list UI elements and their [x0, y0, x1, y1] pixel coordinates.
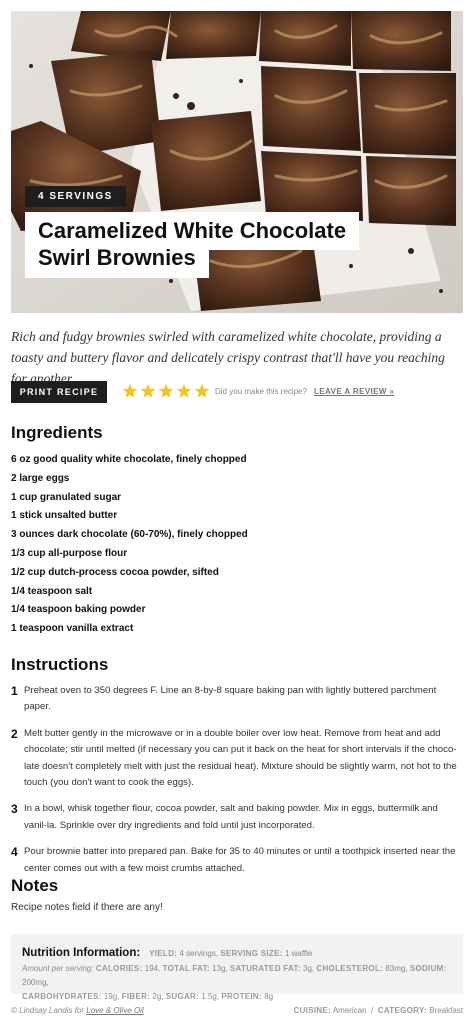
- step-number: 1: [11, 684, 18, 698]
- step-text: Preheat oven to 350 degrees F. Line an 8…: [24, 685, 437, 713]
- notes-heading: Notes: [11, 876, 59, 895]
- cuisine-label: CUISINE:: [293, 1006, 332, 1015]
- recipe-footer: © Lindsay Landis for Love & Olive Oil CU…: [11, 1006, 463, 1015]
- serving-size-value: 1 waffle: [284, 949, 313, 958]
- ingredient-item: 1/3 cup all-purpose flour: [11, 547, 128, 559]
- meta-separator: /: [371, 1006, 374, 1015]
- carbohydrates-label: CARBOHYDRATES:: [22, 992, 102, 1001]
- credit-prefix: © Lindsay Landis for: [11, 1006, 85, 1015]
- sugar-value: 1.5g,: [201, 992, 220, 1001]
- yield-value: 4 servings,: [179, 949, 219, 958]
- serving-size-label: SERVING SIZE:: [220, 949, 283, 958]
- saturated-fat-value: 3g,: [303, 964, 315, 973]
- rating-stars[interactable]: [122, 383, 210, 399]
- recipe-description: Rich and fudgy brownies swirled with car…: [11, 329, 445, 386]
- nutrition-values-row: Amount per serving: CALORIES: 194, TOTAL…: [22, 962, 452, 990]
- star-icon[interactable]: [140, 383, 156, 399]
- fiber-value: 2g,: [152, 992, 164, 1001]
- carbohydrates-value: 19g,: [103, 992, 120, 1001]
- ingredient-item: 6 oz good quality white chocolate, finel…: [11, 454, 247, 465]
- nutrition-header-row: Nutrition Information: YIELD: 4 servings…: [22, 943, 452, 962]
- ingredient-item: 1 cup granulated sugar: [11, 491, 122, 503]
- leave-review-link[interactable]: LEAVE A REVIEW »: [314, 387, 394, 396]
- protein-label: PROTEIN:: [221, 992, 262, 1001]
- step-text: Melt butter gently in the microwave or i…: [24, 727, 457, 789]
- instruction-step: 4 Pour brownie batter into prepared pan.…: [11, 844, 463, 877]
- nutrition-box: Nutrition Information: YIELD: 4 servings…: [11, 934, 463, 1001]
- fiber-label: FIBER:: [121, 992, 151, 1001]
- ingredient-item: 1/2 cup dutch-process cocoa powder, sift…: [11, 566, 219, 578]
- instruction-step: 1 Preheat oven to 350 degrees F. Line an…: [11, 683, 463, 716]
- ingredient-item: 3 ounces dark chocolate (60-70%), finely…: [11, 529, 248, 541]
- sodium-value: 200mg,: [22, 978, 49, 987]
- cuisine-value: American: [332, 1006, 367, 1015]
- total-fat-value: 13g,: [212, 964, 228, 973]
- step-number: 4: [11, 845, 18, 860]
- instruction-step: 3 In a bowl, whisk together flour, cocoa…: [11, 801, 463, 834]
- ingredient-item: 1 teaspoon vanilla extract: [11, 623, 134, 635]
- ingredient-item: 1 stick unsalted butter: [11, 510, 118, 522]
- ingredient-item: 2 large eggs: [11, 472, 70, 484]
- total-fat-label: TOTAL FAT:: [162, 964, 210, 973]
- protein-value: 8g: [264, 992, 274, 1001]
- star-icon[interactable]: [122, 383, 138, 399]
- instruction-step: 2 Melt butter gently in the microwave or…: [11, 726, 463, 792]
- nutrition-values-row-2: CARBOHYDRATES: 19g, FIBER: 2g, SUGAR: 1.…: [22, 990, 452, 1004]
- credit: © Lindsay Landis for Love & Olive Oil: [11, 1006, 144, 1015]
- star-icon[interactable]: [194, 383, 210, 399]
- notes-text: Recipe notes field if there are any!: [11, 902, 163, 913]
- cholesterol-value: 83mg,: [385, 964, 408, 973]
- star-icon[interactable]: [158, 383, 174, 399]
- servings-badge: 4 SERVINGS: [25, 186, 126, 207]
- saturated-fat-label: SATURATED FAT:: [229, 964, 301, 973]
- category-value: Breakfast: [429, 1006, 463, 1015]
- ingredient-item: 1/4 teaspoon baking powder: [11, 604, 146, 616]
- star-icon[interactable]: [176, 383, 192, 399]
- step-text: Pour brownie batter into prepared pan. B…: [24, 846, 456, 874]
- print-recipe-button[interactable]: PRINT RECIPE: [11, 381, 107, 403]
- made-recipe-prompt: Did you make this recipe?: [215, 387, 308, 396]
- sodium-label: SODIUM:: [409, 964, 447, 973]
- ingredients-heading: Ingredients: [11, 423, 103, 442]
- recipe-meta: CUISINE: American / CATEGORY: Breakfast: [294, 1006, 463, 1015]
- cholesterol-label: CHOLESTEROL:: [316, 964, 384, 973]
- step-number: 3: [11, 802, 18, 817]
- yield-label: YIELD:: [149, 949, 178, 958]
- credit-link[interactable]: Love & Olive Oil: [86, 1006, 143, 1015]
- ingredients-list: 6 oz good quality white chocolate, finel…: [11, 451, 463, 639]
- recipe-title-line2: Swirl Brownies: [38, 245, 196, 270]
- calories-label: CALORIES:: [95, 964, 143, 973]
- instructions-list: 1 Preheat oven to 350 degrees F. Line an…: [11, 683, 463, 887]
- step-number: 2: [11, 726, 18, 741]
- sugar-label: SUGAR:: [165, 992, 200, 1001]
- ingredient-item: 1/4 teaspoon salt: [11, 585, 93, 597]
- step-text: In a bowl, whisk together flour, cocoa p…: [24, 803, 438, 831]
- category-label: CATEGORY:: [377, 1006, 427, 1015]
- recipe-title: Caramelized White Chocolate: [38, 218, 347, 243]
- nutrition-title: Nutrition Information:: [22, 947, 141, 959]
- instructions-heading: Instructions: [11, 655, 109, 674]
- recipe-title-line2-box: Swirl Brownies: [25, 244, 209, 278]
- calories-value: 194,: [144, 964, 161, 973]
- amount-per-serving-label: Amount per serving:: [22, 964, 94, 973]
